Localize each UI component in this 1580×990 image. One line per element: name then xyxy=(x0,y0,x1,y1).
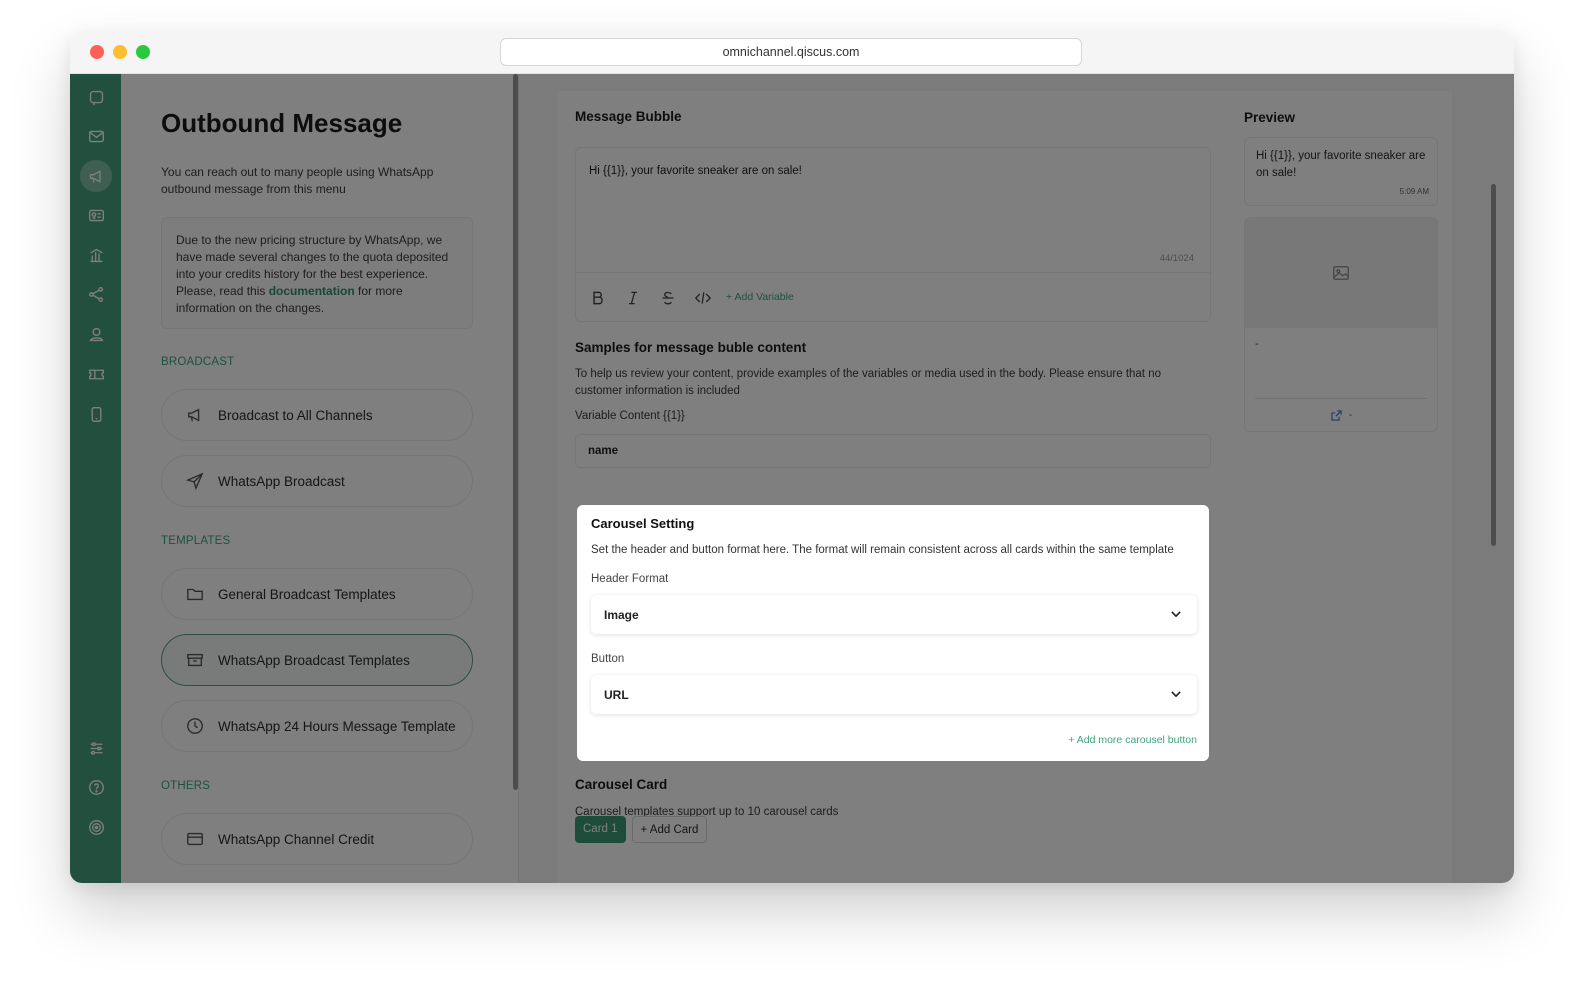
button-type-select[interactable]: URL xyxy=(591,675,1197,714)
button-type-value: URL xyxy=(604,687,629,702)
button-label: Button xyxy=(591,653,625,665)
chevron-down-icon xyxy=(1171,611,1181,618)
address-bar[interactable]: omnichannel.qiscus.com xyxy=(500,38,1082,66)
modal-backdrop[interactable] xyxy=(70,74,1514,883)
minimize-window-button[interactable] xyxy=(113,45,127,59)
header-format-select[interactable]: Image xyxy=(591,595,1197,634)
modal-title: Carousel Setting xyxy=(591,516,695,531)
header-format-label: Header Format xyxy=(591,573,669,585)
app-root: Outbound Message You can reach out to ma… xyxy=(70,74,1514,883)
modal-description: Set the header and button format here. T… xyxy=(591,544,1174,556)
add-carousel-button[interactable]: + Add more carousel button xyxy=(1068,734,1197,746)
browser-titlebar: omnichannel.qiscus.com xyxy=(70,31,1514,74)
browser-window: omnichannel.qiscus.com Carousel Setting … xyxy=(70,31,1514,883)
header-format-value: Image xyxy=(604,607,639,622)
chevron-down-icon xyxy=(1171,691,1181,698)
close-window-button[interactable] xyxy=(90,45,104,59)
maximize-window-button[interactable] xyxy=(136,45,150,59)
carousel-setting-modal: Carousel Setting Set the header and butt… xyxy=(577,505,1209,761)
